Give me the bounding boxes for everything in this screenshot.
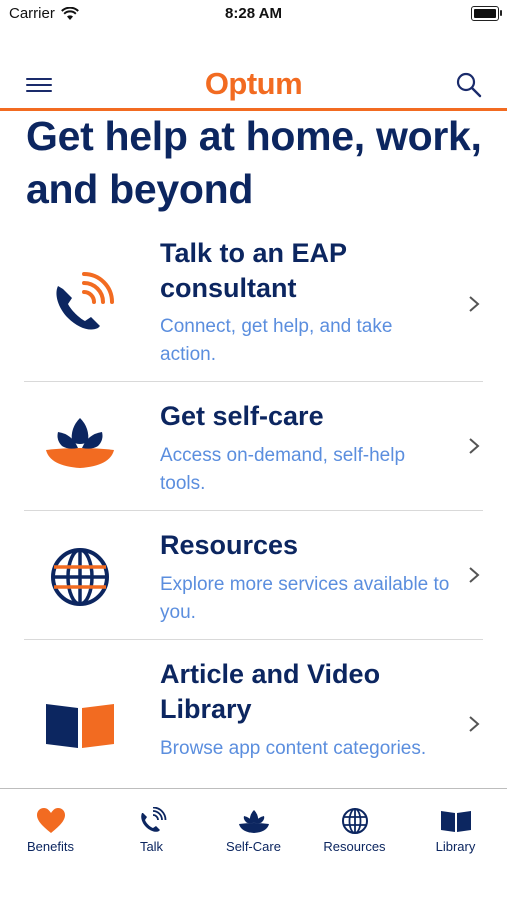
chevron-right-icon bbox=[469, 438, 480, 454]
battery-icon bbox=[471, 6, 502, 21]
chevron-right-icon bbox=[469, 716, 480, 732]
tab-label: Resources bbox=[323, 839, 386, 854]
book-icon bbox=[46, 704, 114, 748]
page-title: Get help at home, work, and beyond bbox=[26, 113, 482, 212]
heart-icon bbox=[36, 808, 65, 833]
phone-icon bbox=[140, 807, 166, 832]
options-list: Talk to an EAP consultant Connect, get h… bbox=[24, 226, 483, 800]
globe-icon bbox=[51, 548, 109, 606]
status-time: 8:28 AM bbox=[225, 5, 282, 22]
item-subtitle: Access on-demand, self-help tools. bbox=[160, 445, 406, 494]
list-item-talk-consultant[interactable]: Talk to an EAP consultant Connect, get h… bbox=[24, 226, 483, 382]
tab-benefits[interactable]: Benefits bbox=[0, 789, 101, 869]
item-subtitle: Connect, get help, and take action. bbox=[160, 316, 393, 365]
book-icon bbox=[440, 811, 471, 832]
app-header: Optum bbox=[0, 62, 507, 111]
list-item-self-care[interactable]: Get self-care Access on-demand, self-hel… bbox=[24, 382, 483, 511]
tab-self-care[interactable]: Self-Care bbox=[203, 789, 304, 869]
globe-icon bbox=[341, 808, 368, 834]
item-title: Get self-care bbox=[160, 401, 324, 431]
search-icon[interactable] bbox=[455, 71, 483, 99]
chevron-right-icon bbox=[469, 567, 480, 583]
tab-label: Talk bbox=[139, 839, 164, 854]
list-item-resources[interactable]: Resources Explore more services availabl… bbox=[24, 511, 483, 640]
tab-bar: Benefits Talk Self-Care Resources Librar… bbox=[0, 788, 507, 901]
tab-talk[interactable]: Talk bbox=[101, 789, 202, 869]
item-subtitle: Browse app content categories. bbox=[160, 738, 427, 759]
tab-resources[interactable]: Resources bbox=[304, 789, 405, 869]
lotus-icon bbox=[238, 810, 269, 833]
lotus-icon bbox=[46, 418, 114, 468]
item-title: Article and Video Library bbox=[160, 659, 381, 724]
tab-library[interactable]: Library bbox=[405, 789, 506, 869]
list-item-library[interactable]: Article and Video Library Browse app con… bbox=[24, 640, 483, 800]
tab-label: Library bbox=[435, 839, 476, 854]
item-title: Talk to an EAP consultant bbox=[160, 238, 347, 303]
status-bar: Carrier 8:28 AM bbox=[0, 0, 507, 30]
phone-icon bbox=[56, 272, 114, 330]
tab-label: Benefits bbox=[27, 839, 74, 854]
tab-label: Self-Care bbox=[226, 839, 281, 854]
item-subtitle: Explore more services available to you. bbox=[160, 574, 450, 623]
chevron-right-icon bbox=[469, 296, 480, 312]
brand-logo: Optum bbox=[204, 66, 303, 101]
item-title: Resources bbox=[160, 530, 299, 560]
